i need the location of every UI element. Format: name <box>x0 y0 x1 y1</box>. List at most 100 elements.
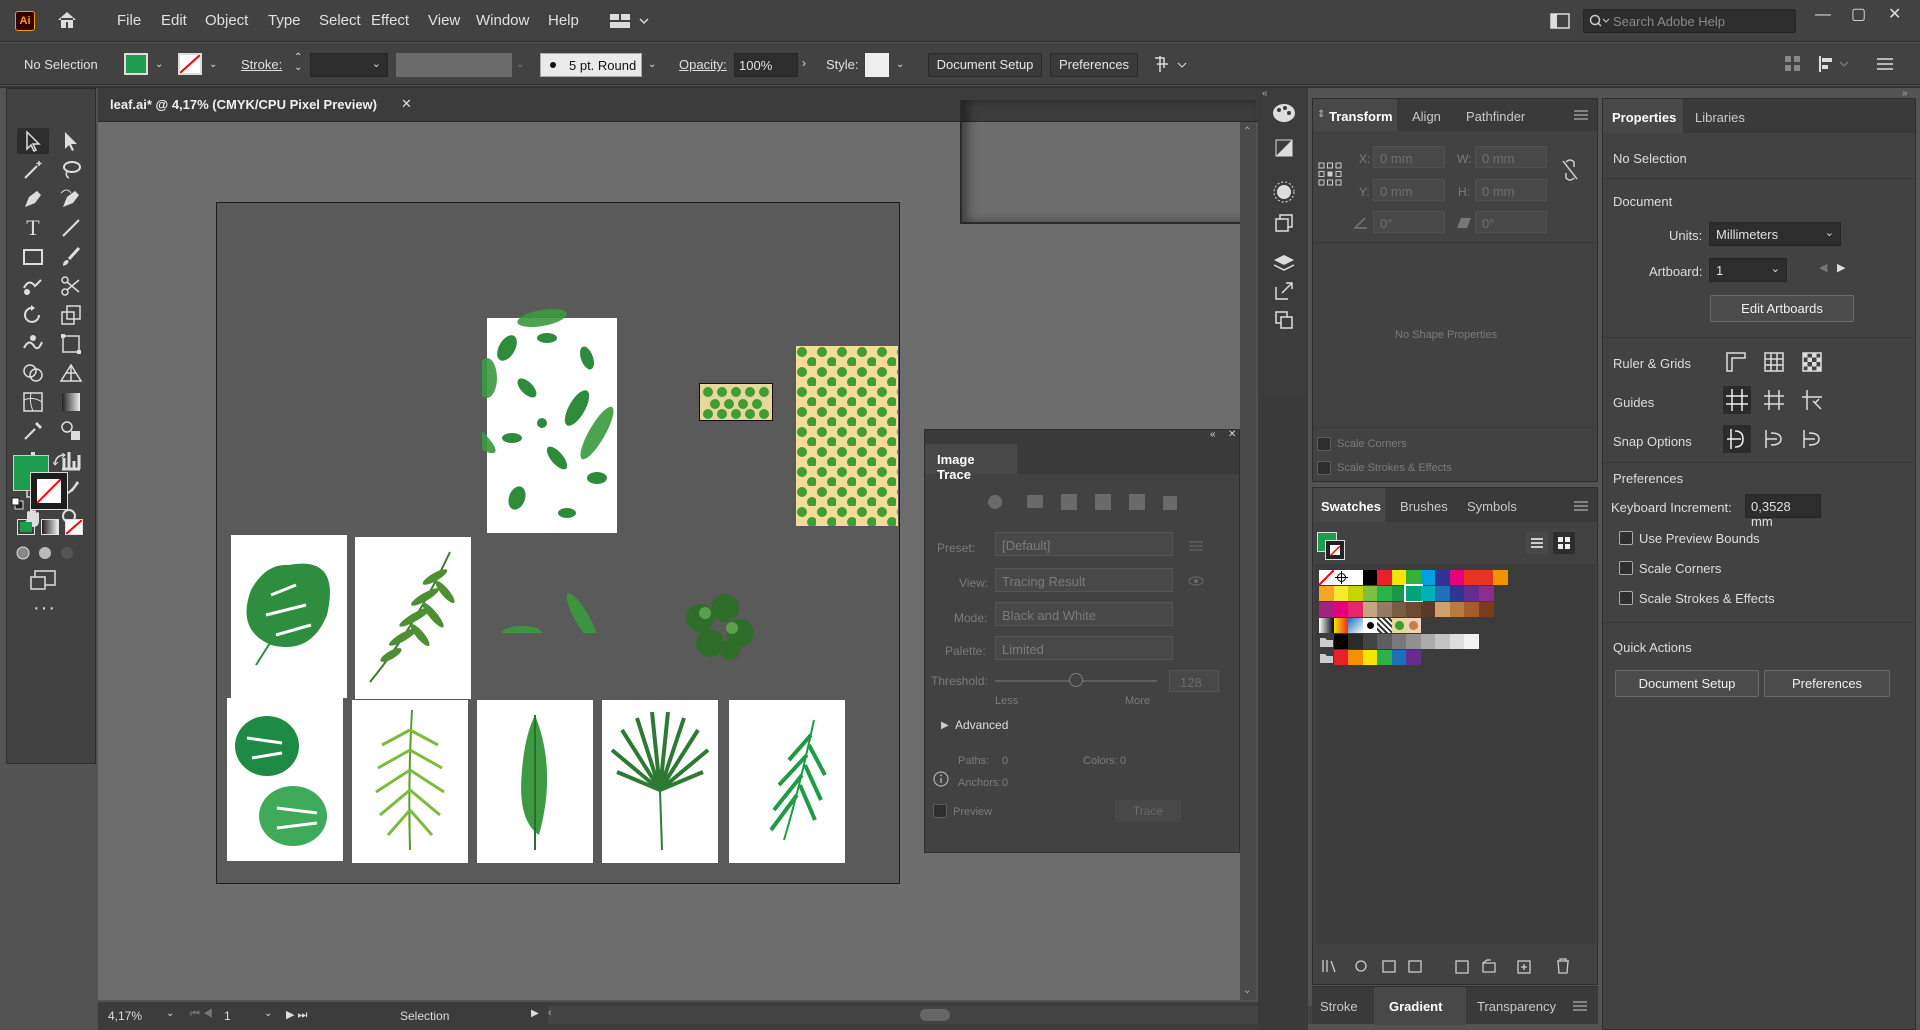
color-swatch[interactable] <box>1362 634 1378 649</box>
color-swatch[interactable] <box>1420 586 1436 601</box>
selection-tool-icon[interactable] <box>21 129 45 153</box>
workspace-switcher-icon[interactable] <box>610 12 650 30</box>
fan-palm-card[interactable] <box>602 700 718 863</box>
show-guides-button[interactable] <box>1723 386 1751 414</box>
color-swatch[interactable] <box>1420 602 1436 617</box>
list-view-button[interactable] <box>1526 532 1548 554</box>
palm-leaf-card[interactable] <box>729 700 845 863</box>
color-swatch[interactable] <box>1333 570 1349 585</box>
advanced-toggle[interactable]: Advanced <box>955 718 1008 732</box>
threshold-slider-thumb[interactable] <box>1069 673 1083 687</box>
color-swatch[interactable] <box>1348 570 1363 585</box>
panel-menu-icon[interactable] <box>1876 56 1894 72</box>
color-swatch[interactable] <box>1493 570 1508 585</box>
tab-align[interactable]: Align <box>1412 109 1441 124</box>
color-swatch[interactable] <box>1348 602 1363 617</box>
warp-tool-icon[interactable] <box>21 332 45 356</box>
artboard-dropdown[interactable]: 1 ⌄ <box>1709 258 1787 282</box>
units-dropdown[interactable]: Millimeters ⌄ <box>1709 222 1841 246</box>
thumbnail-view-button[interactable] <box>1553 532 1575 554</box>
palette-dropdown[interactable]: Limited <box>995 636 1173 660</box>
snap-to-point-button[interactable] <box>1723 425 1751 453</box>
brush-dropdown-arrow[interactable]: ⌄ <box>648 59 656 70</box>
lock-guides-icon[interactable] <box>1763 389 1785 411</box>
opacity-field[interactable]: 100% <box>734 53 798 77</box>
brush-definition[interactable]: 5 pt. Round <box>540 53 642 77</box>
use-preview-bounds-checkbox[interactable] <box>1619 531 1633 545</box>
artboards-panel-icon[interactable] <box>1274 310 1294 330</box>
preset-dropdown[interactable]: [Default] <box>995 532 1173 556</box>
next-artboard-arrow-icon[interactable]: ▶ <box>1837 261 1845 274</box>
banana-leaf-card[interactable] <box>477 700 593 863</box>
color-swatch[interactable] <box>1377 618 1392 633</box>
swatch-footer-icons[interactable] <box>1321 958 1531 976</box>
swatch-stroke-indicator[interactable] <box>1325 540 1345 560</box>
layers-icon[interactable] <box>1273 252 1295 274</box>
swatch-grid[interactable] <box>1315 564 1595 944</box>
small-pattern-swatch[interactable] <box>699 383 773 421</box>
tab-transform[interactable]: Transform <box>1329 109 1393 124</box>
zoom-level[interactable]: 4,17% <box>108 1009 142 1023</box>
color-swatch[interactable] <box>1319 602 1334 617</box>
menu-view[interactable]: View <box>428 12 460 29</box>
color-swatch[interactable] <box>1464 602 1479 617</box>
advanced-expand-icon[interactable]: ▶ <box>941 720 949 731</box>
free-transform-tool-icon[interactable] <box>59 332 83 356</box>
draw-mode-icons[interactable] <box>15 545 87 561</box>
edit-artboards-button[interactable]: Edit Artboards <box>1710 295 1854 322</box>
tab-properties[interactable]: Properties <box>1612 110 1676 125</box>
tab-pathfinder[interactable]: Pathfinder <box>1466 109 1525 124</box>
keyboard-increment-field[interactable]: 0,3528 mm <box>1745 494 1821 529</box>
horizontal-scrollbar[interactable]: ‹ › <box>548 1006 1358 1024</box>
color-swatch[interactable] <box>1377 602 1392 617</box>
threshold-field[interactable]: 128 <box>1169 670 1219 692</box>
transform-menu-icon[interactable] <box>1574 110 1588 120</box>
menu-file[interactable]: File <box>117 12 141 29</box>
dock-collapse-arrows-icon[interactable]: « <box>1262 88 1274 100</box>
color-swatch[interactable] <box>1391 586 1407 601</box>
tab-symbols[interactable]: Symbols <box>1467 499 1517 514</box>
grid-icon[interactable] <box>1763 351 1785 373</box>
next-artboard-icon[interactable]: ▶ ⏭ <box>286 1008 307 1022</box>
direct-selection-tool-icon[interactable] <box>59 129 83 153</box>
transparency-grid-icon[interactable] <box>1801 351 1823 373</box>
menu-object[interactable]: Object <box>205 12 248 29</box>
fill-swatch[interactable] <box>124 53 148 75</box>
leaf-cluster-image[interactable] <box>680 588 760 663</box>
quick-preferences-button[interactable]: Preferences <box>1764 670 1890 697</box>
magic-wand-tool-icon[interactable] <box>21 158 45 182</box>
color-swatch[interactable] <box>1478 602 1494 617</box>
two-monstera-card[interactable] <box>227 698 343 861</box>
vertical-scrollbar[interactable]: ⌃ ⌄ <box>1240 122 1256 1000</box>
monstera-leaf-card[interactable] <box>231 535 347 698</box>
tab-stroke[interactable]: Stroke <box>1320 999 1358 1014</box>
color-swatch[interactable] <box>1333 634 1349 649</box>
color-swatch[interactable] <box>1333 650 1349 665</box>
delete-swatch-icon[interactable] <box>1556 958 1570 974</box>
color-swatch[interactable] <box>1391 634 1407 649</box>
swap-fill-stroke-icon[interactable] <box>53 453 67 467</box>
color-swatch[interactable] <box>1391 618 1407 633</box>
rotate-tool-icon[interactable] <box>21 303 45 327</box>
color-swatch[interactable] <box>1478 570 1494 585</box>
gradient-tool-icon[interactable] <box>59 390 83 414</box>
menu-window[interactable]: Window <box>476 12 529 29</box>
tab-libraries[interactable]: Libraries <box>1695 110 1745 125</box>
menu-effect[interactable]: Effect <box>371 12 409 29</box>
stroke-weight-stepper[interactable]: ⌃ ⌄ <box>294 53 302 73</box>
smart-guides-icon[interactable] <box>1801 389 1823 411</box>
color-swatch[interactable] <box>1404 584 1423 603</box>
palm-frond-card[interactable] <box>352 700 468 863</box>
perspective-grid-tool-icon[interactable] <box>59 361 83 385</box>
color-swatch[interactable] <box>1333 602 1349 617</box>
color-swatch[interactable] <box>1435 586 1450 601</box>
panel-collapse-arrows-icon[interactable]: » <box>1902 88 1914 100</box>
graphic-styles-icon[interactable] <box>1274 213 1294 233</box>
gradient-mode-icon[interactable] <box>41 519 59 535</box>
document-tab-title[interactable]: leaf.ai* @ 4,17% (CMYK/CPU Pixel Preview… <box>110 97 377 112</box>
tab-brushes[interactable]: Brushes <box>1400 499 1448 514</box>
mesh-tool-icon[interactable] <box>21 390 45 414</box>
color-swatch[interactable] <box>1464 634 1479 649</box>
color-swatch[interactable] <box>1406 618 1421 633</box>
profile-dropdown-arrow[interactable]: ⌄ <box>516 59 524 70</box>
